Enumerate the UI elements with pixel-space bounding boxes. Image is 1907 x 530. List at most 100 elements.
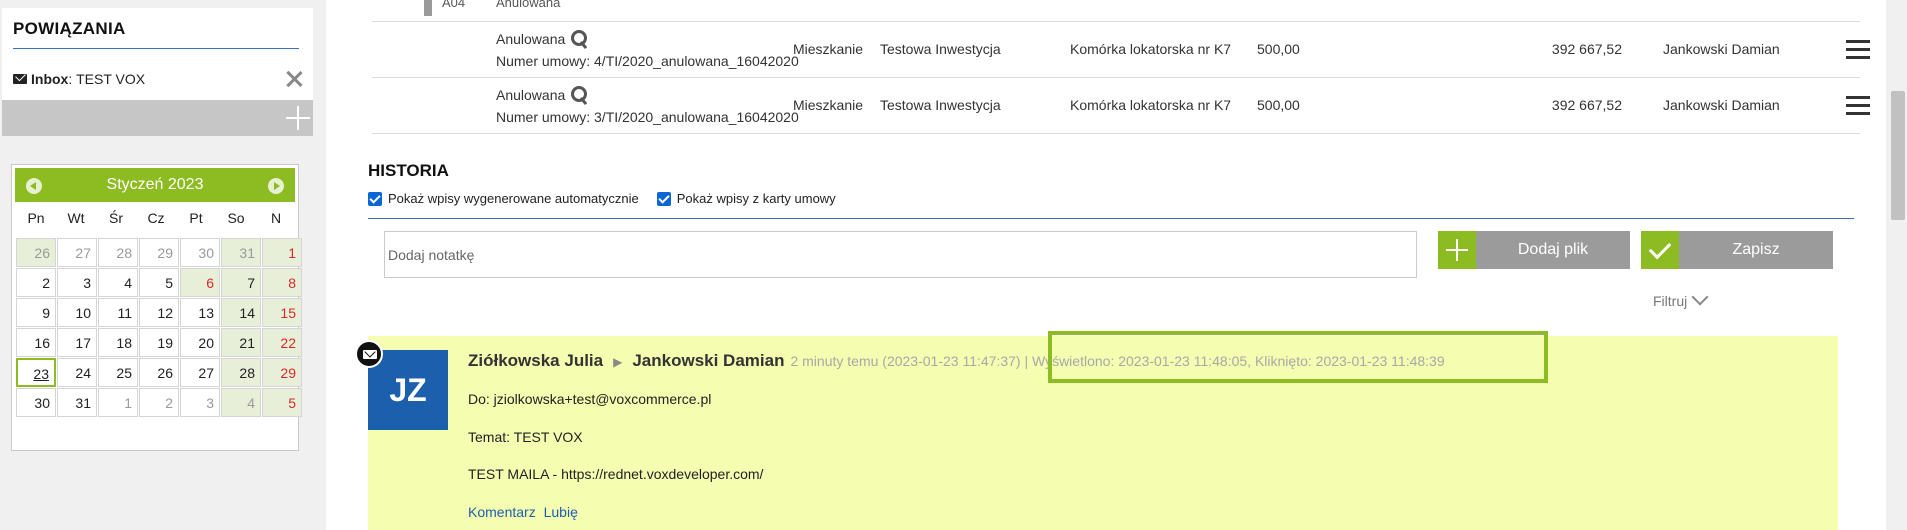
weekday: So <box>227 210 245 226</box>
checkbox-auto-label[interactable]: Pokaż wpisy wygenerowane automatycznie <box>388 191 639 206</box>
calendar-day[interactable]: 11 <box>98 298 138 327</box>
row-type: Mieszkanie <box>793 41 864 57</box>
check-icon <box>1641 231 1679 269</box>
calendar-prev-month-icon[interactable] <box>26 178 42 194</box>
calendar-day[interactable]: 27 <box>57 238 97 267</box>
calendar-day[interactable]: 31 <box>57 388 97 417</box>
calendar-day[interactable]: 5 <box>139 268 179 297</box>
envelope-icon <box>13 74 27 84</box>
inbox-label: Inbox <box>31 71 69 87</box>
calendar-day[interactable]: 1 <box>262 238 302 267</box>
search-icon[interactable] <box>570 30 588 48</box>
calendar-weekdays: Pn Wt Śr Cz Pt So N <box>16 210 296 230</box>
filter-label: Filtruj <box>1653 293 1688 309</box>
calendar-day[interactable]: 28 <box>221 358 261 387</box>
calendar-next-month-icon[interactable] <box>268 178 284 194</box>
checkbox-contract-label[interactable]: Pokaż wpisy z karty umowy <box>677 191 836 206</box>
calendar-day[interactable]: 2 <box>139 388 179 417</box>
calendar-day[interactable]: 18 <box>98 328 138 357</box>
save-label: Zapisz <box>1732 241 1780 258</box>
row-unit: Komórka lokatorska nr K7 <box>1070 97 1232 113</box>
calendar-day[interactable]: 7 <box>221 268 261 297</box>
calendar-day[interactable]: 6 <box>180 268 220 297</box>
calendar-day[interactable]: 16 <box>16 328 56 357</box>
calendar-day[interactable]: 25 <box>98 358 138 387</box>
filter-toggle[interactable]: Filtruj <box>1653 288 1709 309</box>
calendar-day[interactable]: 29 <box>262 358 302 387</box>
row-status-bar <box>424 0 432 16</box>
entry-to[interactable]: Jankowski Damian <box>632 351 784 371</box>
calendar-month-title: Styczeń 2023 <box>106 176 204 193</box>
row-status: Anulowana <box>496 87 566 103</box>
note-input[interactable] <box>384 231 1417 278</box>
calendar-day[interactable]: 9 <box>16 298 56 327</box>
row-price: 392 667,52 <box>1551 41 1622 57</box>
row-contract-number: Numer umowy: 4/TI/2020_anulowana_1604202… <box>496 53 799 69</box>
calendar-day[interactable]: 10 <box>57 298 97 327</box>
calendar-day[interactable]: 5 <box>262 388 302 417</box>
left-sidebar: POWIĄZANIA Inbox: TEST VOX Styczeń 2023 … <box>0 0 326 530</box>
add-file-button[interactable]: Dodaj plik <box>1438 231 1630 269</box>
calendar-day[interactable]: 8 <box>262 268 302 297</box>
arrow-right-icon: ▶ <box>613 355 623 369</box>
calendar-day[interactable]: 15 <box>262 298 302 327</box>
historia-filters: Pokaż wpisy wygenerowane automatycznie P… <box>368 191 854 206</box>
inbox-link[interactable]: Inbox: TEST VOX <box>13 71 145 87</box>
checkbox-auto-entries[interactable] <box>368 191 382 206</box>
calendar-day[interactable]: 19 <box>139 328 179 357</box>
calendar-day[interactable]: 26 <box>16 238 56 267</box>
calendar-day[interactable]: 22 <box>262 328 302 357</box>
weekday: Pt <box>189 210 203 226</box>
calendar-day[interactable]: 3 <box>57 268 97 297</box>
entry-header: Ziółkowska Julia ▶ Jankowski Damian 2 mi… <box>468 351 1445 371</box>
calendar-day[interactable]: 17 <box>57 328 97 357</box>
row-status: Anulowana <box>496 31 566 47</box>
table-row: Anulowana Numer umowy: 3/TI/2020_anulowa… <box>372 78 1870 134</box>
inbox-value: TEST VOX <box>76 71 146 87</box>
calendar-day[interactable]: 30 <box>180 238 220 267</box>
calendar-day[interactable]: 27 <box>180 358 220 387</box>
calendar-day[interactable]: 28 <box>98 238 138 267</box>
calendar-day[interactable]: 1 <box>98 388 138 417</box>
calendar-day[interactable]: 13 <box>180 298 220 327</box>
weekday: Pn <box>27 210 45 226</box>
remove-link-close-icon[interactable] <box>284 69 304 89</box>
checkbox-contract-entries[interactable] <box>656 191 671 206</box>
envelope-icon <box>355 340 383 368</box>
hamburger-menu-icon[interactable] <box>1846 40 1870 60</box>
plus-icon <box>1438 231 1476 269</box>
calendar-day[interactable]: 21 <box>221 328 261 357</box>
scrollbar-track[interactable] <box>1886 0 1907 530</box>
calendar-day[interactable]: 14 <box>221 298 261 327</box>
calendar-header: Styczeń 2023 <box>15 168 295 202</box>
scrollbar-thumb[interactable] <box>1891 91 1905 220</box>
calendar-day[interactable]: 4 <box>221 388 261 417</box>
calendar-day[interactable]: 31 <box>221 238 261 267</box>
search-icon[interactable] <box>570 86 588 104</box>
entry-body: TEST MAILA - https://rednet.voxdeveloper… <box>468 466 764 482</box>
plus-icon[interactable] <box>285 105 311 131</box>
calendar-day[interactable]: 3 <box>180 388 220 417</box>
calendar-day-today[interactable]: 23 <box>16 358 56 387</box>
add-relation-bar[interactable] <box>2 100 313 136</box>
comment-link[interactable]: Komentarz <box>468 504 536 520</box>
calendar-widget: Styczeń 2023 Pn Wt Śr Cz Pt So N 26 27 2… <box>11 164 302 451</box>
hamburger-menu-icon[interactable] <box>1846 96 1870 116</box>
calendar-day[interactable]: 4 <box>98 268 138 297</box>
row-type: Mieszkanie <box>793 97 864 113</box>
row-investment: Testowa Inwestycja <box>880 97 1001 113</box>
row-investment: Testowa Inwestycja <box>880 41 1001 57</box>
calendar-day[interactable]: 26 <box>139 358 179 387</box>
calendar-day[interactable]: 2 <box>16 268 56 297</box>
calendar-day[interactable]: 12 <box>139 298 179 327</box>
calendar-day[interactable]: 24 <box>57 358 97 387</box>
entry-from[interactable]: Ziółkowska Julia <box>468 351 603 371</box>
like-link[interactable]: Lubię <box>544 504 578 520</box>
powiazania-title: POWIĄZANIA <box>13 19 126 38</box>
row-unit: Komórka lokatorska nr K7 <box>1070 41 1232 57</box>
save-button[interactable]: Zapisz <box>1641 231 1833 269</box>
calendar-day[interactable]: 30 <box>16 388 56 417</box>
row-contract-number: Numer umowy: 3/TI/2020_anulowana_1604202… <box>496 109 799 125</box>
calendar-day[interactable]: 20 <box>180 328 220 357</box>
calendar-day[interactable]: 29 <box>139 238 179 267</box>
